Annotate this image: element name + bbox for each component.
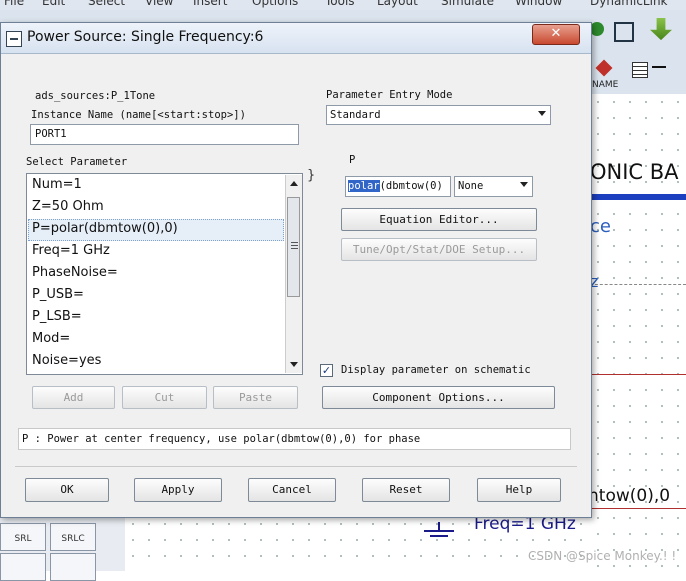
tune-opt-button[interactable]: Tune/Opt/Stat/DOE Setup... — [341, 238, 537, 261]
parameter-list[interactable]: Num=1 Z=50 Ohm P=polar(dbmtow(0),0) Freq… — [26, 173, 303, 375]
parameter-item[interactable]: P_USB= — [32, 287, 84, 302]
parameter-list-scrollbar[interactable] — [285, 175, 302, 373]
entry-mode-value: Standard — [330, 109, 381, 121]
menu-tools[interactable]: Tools — [325, 0, 355, 8]
chevron-down-icon — [520, 182, 528, 187]
ground-symbol-icon — [424, 522, 454, 542]
toolbar-download-icon[interactable] — [650, 18, 672, 41]
canvas-title-fragment: ONIC BA — [590, 160, 679, 184]
param-name-label: P — [349, 154, 356, 166]
palette-srlc[interactable]: SRLC — [50, 523, 96, 551]
instance-name-field[interactable]: PORT1 — [30, 124, 299, 145]
menu-options[interactable]: Options — [252, 0, 298, 8]
menu-select[interactable]: Select — [88, 0, 125, 8]
parameter-item[interactable]: P_LSB= — [32, 309, 82, 324]
param-value-rest-text: (dbmtow(0) — [379, 180, 443, 192]
toolbar-diamond-icon[interactable] — [595, 59, 613, 77]
parameter-help-text: P : Power at center frequency, use polar… — [18, 428, 571, 450]
unit-value: None — [458, 180, 484, 192]
dialog-titlebar[interactable]: Power Source: Single Frequency:6 — [1, 23, 591, 54]
parameter-item[interactable]: Z=50 Ohm — [32, 199, 104, 214]
parameter-item[interactable]: Mod= — [32, 331, 70, 346]
apply-button[interactable]: Apply — [134, 478, 222, 502]
dialog-title: Power Source: Single Frequency:6 — [27, 29, 264, 45]
menu-dynamiclink[interactable]: DynamicLink — [590, 0, 668, 8]
footer-divider — [15, 466, 577, 467]
cut-button[interactable]: Cut — [122, 386, 207, 409]
help-button[interactable]: Help — [477, 478, 561, 502]
entry-mode-label: Parameter Entry Mode — [326, 89, 453, 101]
cancel-button[interactable]: Cancel — [248, 478, 336, 502]
add-button[interactable]: Add — [32, 386, 115, 409]
display-on-schematic-label: Display parameter on schematic — [341, 364, 531, 376]
watermark: CSDN @Spice Monkey.! ! — [528, 549, 677, 563]
select-parameter-label: Select Parameter — [26, 156, 128, 168]
help-text: P : Power at center frequency, use polar… — [22, 433, 421, 445]
component-path-label: ads_sources:P_1Tone — [35, 90, 156, 102]
paste-button[interactable]: Paste — [213, 386, 298, 409]
palette-item-4[interactable] — [50, 553, 96, 581]
scroll-up-arrow-icon[interactable] — [290, 181, 298, 186]
menu-simulate[interactable]: Simulate — [441, 0, 494, 8]
equation-editor-button[interactable]: Equation Editor... — [341, 208, 537, 231]
scroll-down-arrow-icon[interactable] — [290, 362, 298, 367]
unit-select[interactable]: None — [454, 176, 533, 197]
dialog-app-icon — [6, 31, 22, 47]
toolbar-arrow-icon[interactable] — [652, 66, 666, 68]
toolbar-name-label: NAME — [592, 80, 619, 90]
toolbar-component-icon[interactable] — [614, 22, 634, 42]
parameter-item[interactable]: PhaseNoise= — [32, 265, 118, 280]
component-options-button[interactable]: Component Options... — [322, 386, 555, 409]
parameter-item[interactable]: Noise=yes — [32, 353, 101, 368]
chevron-down-icon — [538, 111, 546, 116]
menu-window[interactable]: Window — [515, 0, 562, 8]
menu-file[interactable]: File — [4, 0, 24, 8]
parameter-item[interactable]: Num=1 — [32, 177, 82, 192]
ok-button[interactable]: OK — [25, 478, 109, 502]
entry-mode-select[interactable]: Standard — [326, 105, 551, 125]
palette-item-3[interactable] — [0, 553, 46, 581]
app-toolbar-secondary: NAME — [590, 58, 686, 95]
close-button[interactable]: ✕ — [532, 24, 580, 45]
menu-layout[interactable]: Layout — [377, 0, 418, 8]
component-palette: SRL SRLC — [0, 516, 125, 581]
toolbar-green-circle-icon[interactable] — [590, 22, 604, 36]
app-menubar: File Edit Select View Insert Options Too… — [0, 0, 686, 10]
display-on-schematic-checkbox[interactable]: ✓ — [320, 364, 333, 377]
mouse-cursor-icon: } — [307, 168, 316, 183]
instance-name-value: PORT1 — [35, 128, 67, 140]
menu-view[interactable]: View — [145, 0, 173, 8]
menu-edit[interactable]: Edit — [42, 0, 65, 8]
parameter-item[interactable]: Freq=1 GHz — [32, 243, 110, 258]
scrollbar-thumb[interactable] — [287, 197, 300, 297]
param-value-field[interactable]: polar(dbmtow(0) — [345, 176, 451, 197]
reset-button[interactable]: Reset — [362, 478, 450, 502]
toolbar-grid-icon[interactable] — [632, 62, 648, 78]
instance-name-label: Instance Name (name[<start:stop>]) — [31, 109, 246, 121]
palette-srl[interactable]: SRL — [0, 523, 46, 551]
menu-insert[interactable]: Insert — [193, 0, 227, 8]
parameter-item-selected[interactable]: P=polar(dbmtow(0),0) — [32, 221, 178, 236]
canvas-ntow-text: ntow(0),0 — [588, 486, 671, 506]
power-source-dialog: Power Source: Single Frequency:6 ads_sou… — [0, 22, 592, 518]
param-value-selected-text: polar — [348, 180, 380, 192]
canvas-text-ce: ce — [590, 216, 611, 237]
